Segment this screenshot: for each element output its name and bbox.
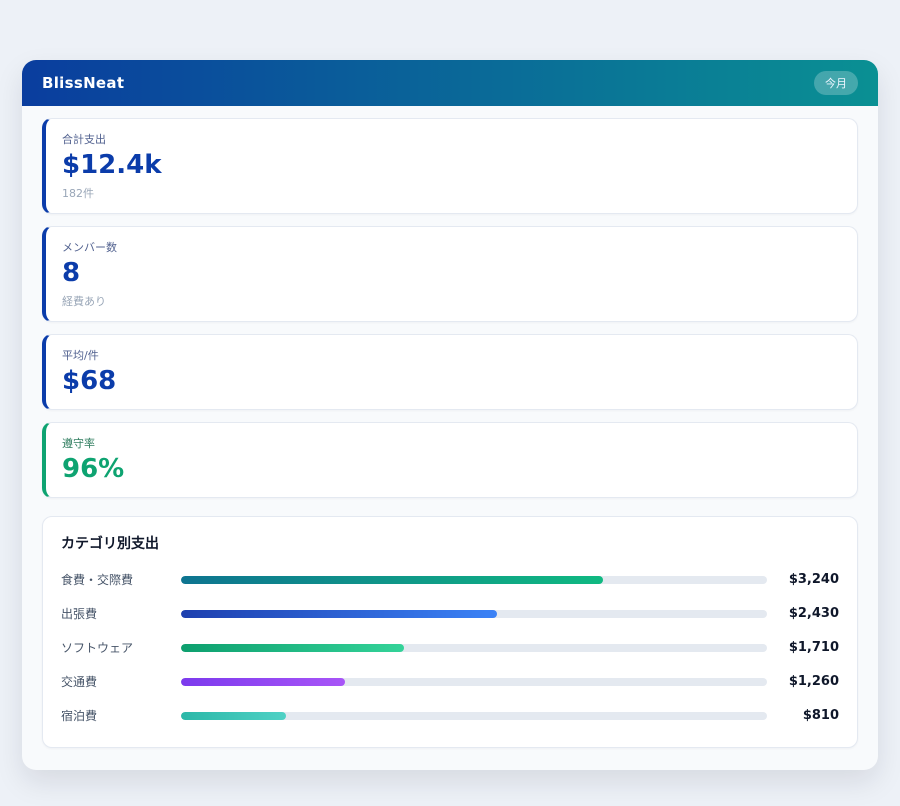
app-header: BlissNeat 今月 (22, 60, 878, 106)
category-label: 宿泊費 (61, 707, 181, 724)
category-value: $1,710 (781, 640, 839, 655)
category-value: $1,260 (781, 674, 839, 689)
bar-fill (181, 712, 286, 720)
category-value: $2,430 (781, 606, 839, 621)
category-value: $3,240 (781, 572, 839, 587)
category-label: 交通費 (61, 673, 181, 690)
period-badge[interactable]: 今月 (814, 71, 858, 95)
stat-label: 平均/件 (62, 347, 841, 363)
stat-subtext: 182件 (62, 185, 841, 201)
category-row: ソフトウェア $1,710 (61, 631, 839, 665)
stat-card-compliance-rate: 遵守率 96% (42, 422, 858, 498)
bar-track (181, 576, 767, 584)
category-value: $810 (781, 708, 839, 723)
category-row: 出張費 $2,430 (61, 597, 839, 631)
category-spending-card: カテゴリ別支出 食費・交際費 $3,240 出張費 $2,430 ソフトウェア (42, 516, 858, 748)
category-row: 宿泊費 $810 (61, 699, 839, 733)
bar-fill (181, 610, 497, 618)
stat-label: メンバー数 (62, 239, 841, 255)
category-spending-title: カテゴリ別支出 (61, 533, 839, 553)
category-row: 交通費 $1,260 (61, 665, 839, 699)
category-row: 食費・交際費 $3,240 (61, 563, 839, 597)
bar-track (181, 712, 767, 720)
bar-fill (181, 644, 404, 652)
stat-value: 96% (62, 455, 841, 485)
stat-card-average-per-item: 平均/件 $68 (42, 334, 858, 410)
dashboard-content: 合計支出 $12.4k 182件 メンバー数 8 経費あり 平均/件 $68 遵… (22, 106, 878, 748)
stat-subtext: 経費あり (62, 293, 841, 309)
stat-label: 合計支出 (62, 131, 841, 147)
category-label: ソフトウェア (61, 639, 181, 656)
stat-label: 遵守率 (62, 435, 841, 451)
stat-card-total-spend: 合計支出 $12.4k 182件 (42, 118, 858, 214)
bar-fill (181, 678, 345, 686)
app-window: BlissNeat 今月 合計支出 $12.4k 182件 メンバー数 8 経費… (22, 60, 878, 770)
stat-value: 8 (62, 259, 841, 289)
category-label: 出張費 (61, 605, 181, 622)
stat-value: $68 (62, 367, 841, 397)
stat-value: $12.4k (62, 151, 841, 181)
bar-track (181, 644, 767, 652)
category-label: 食費・交際費 (61, 571, 181, 588)
bar-fill (181, 576, 603, 584)
bar-track (181, 678, 767, 686)
stat-card-member-count: メンバー数 8 経費あり (42, 226, 858, 322)
app-title: BlissNeat (42, 74, 124, 92)
bar-track (181, 610, 767, 618)
